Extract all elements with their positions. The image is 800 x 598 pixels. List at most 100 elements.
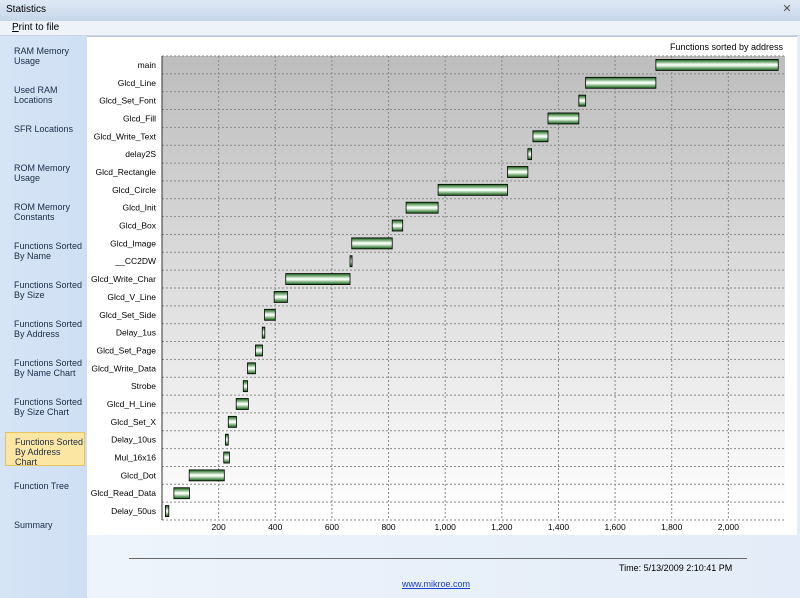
- menu-print-mnemonic: P: [12, 22, 19, 33]
- category-label: delay2S: [125, 149, 156, 159]
- category-label: Glcd_Write_Char: [91, 274, 156, 284]
- category-label: Glcd_H_Line: [107, 399, 156, 409]
- x-tick-labels: 200 400 600 800 1,000 1,200 1,400 1,600 1,800 2,0…: [212, 522, 740, 532]
- sidebar-item-line2: By Address Chart: [15, 447, 61, 467]
- timestamp: Time: 5/13/2009 2:10:41 PM: [619, 563, 733, 573]
- x-tick-label: 200: [212, 522, 226, 532]
- bar-glcd-write-data: [247, 362, 256, 375]
- category-label: Glcd_Set_X: [111, 417, 157, 427]
- bar-glcd-write-text: [532, 130, 549, 143]
- footer-divider: [129, 558, 747, 559]
- sidebar-item-6[interactable]: Functions Sorted By Size: [5, 276, 85, 306]
- address-chart: main Glcd_Line Glcd_Set_Font Glcd_Fill Glcd_…: [91, 42, 785, 532]
- category-label: Glcd_Set_Font: [99, 96, 156, 106]
- bar-glcd-read-data: [173, 487, 190, 500]
- chart-title: Functions sorted by address: [670, 42, 784, 52]
- category-label: Glcd_Write_Text: [94, 131, 157, 141]
- window-titlebar: Statistics ✕: [0, 0, 800, 22]
- sidebar-item-4[interactable]: ROM Memory Constants: [5, 198, 85, 228]
- sidebar-item-line1: Functions Sorted: [14, 319, 83, 329]
- sidebar-item-1[interactable]: Used RAM Locations: [5, 81, 85, 111]
- category-label: Glcd_Fill: [123, 113, 156, 123]
- menu-bar: Print to file: [0, 21, 800, 36]
- bar-glcd-write-char: [285, 273, 351, 285]
- sidebar-item-8[interactable]: Functions Sorted By Name Chart: [5, 354, 85, 384]
- bar-strobe: [242, 380, 248, 393]
- bar-glcd-rectangle: [507, 166, 529, 178]
- category-label: __CC2DW: [114, 256, 156, 266]
- sidebar-item-2[interactable]: SFR Locations: [5, 120, 85, 150]
- sidebar-item-line2: Usage: [14, 173, 41, 183]
- bar-glcd-line: [585, 76, 657, 89]
- sidebar-item-line2: By Name Chart: [14, 368, 76, 378]
- bar-glcd-image: [351, 237, 393, 250]
- sidebar-item-12[interactable]: Summary: [5, 516, 85, 546]
- sidebar-item-line1: SFR Locations: [14, 124, 74, 134]
- sidebar-item-line1: Functions Sorted: [15, 437, 84, 447]
- sidebar-item-line2: By Size: [14, 290, 45, 300]
- sidebar-item-line2: By Size Chart: [14, 407, 70, 417]
- category-label: Mul_16x16: [114, 453, 156, 463]
- category-label: Glcd_Box: [119, 221, 157, 231]
- x-tick-label: 1,800: [661, 522, 683, 532]
- sidebar-item-line2: Constants: [14, 212, 55, 222]
- bar-glcd-set-page: [255, 344, 263, 357]
- category-label: Glcd_Image: [110, 238, 156, 248]
- sidebar-item-3[interactable]: ROM Memory Usage: [5, 159, 85, 189]
- category-label: Strobe: [131, 381, 156, 391]
- x-tick-label: 1,400: [548, 522, 570, 532]
- category-label: Glcd_Circle: [112, 185, 156, 195]
- sidebar-item-5[interactable]: Functions Sorted By Name: [5, 237, 85, 267]
- sidebar-item-line1: Function Tree: [14, 481, 70, 491]
- bar-glcd-init: [405, 201, 439, 214]
- x-tick-label: 400: [268, 522, 282, 532]
- bar-delay-1us: [261, 326, 266, 339]
- category-label: Delay_50us: [111, 506, 156, 516]
- bar-main: [655, 59, 779, 71]
- sidebar-item-0[interactable]: RAM Memory Usage: [5, 42, 85, 72]
- sidebar-item-line1: RAM Memory: [14, 46, 70, 56]
- bar-glcd-fill: [547, 112, 580, 125]
- sidebar-item-11[interactable]: Function Tree: [5, 477, 85, 507]
- main-panel: main Glcd_Line Glcd_Set_Font Glcd_Fill Glcd_…: [87, 36, 800, 598]
- category-label: Delay_10us: [111, 435, 156, 445]
- category-label: Glcd_V_Line: [107, 292, 156, 302]
- close-icon[interactable]: ✕: [780, 3, 794, 17]
- sidebar-item-line2: Usage: [14, 56, 41, 66]
- x-tick-label: 1,200: [491, 522, 513, 532]
- category-label: Glcd_Write_Data: [91, 363, 156, 373]
- sidebar-item-line1: Used RAM: [14, 85, 58, 95]
- bar-glcd-circle: [437, 183, 508, 196]
- category-label: Glcd_Dot: [121, 470, 157, 480]
- x-tick-label: 600: [325, 522, 339, 532]
- sidebar-item-line1: Functions Sorted: [14, 280, 83, 290]
- bar-glcd-set-x: [227, 415, 237, 428]
- sidebar-item-line1: Summary: [14, 520, 53, 530]
- sidebar-item-line2: Locations: [14, 95, 53, 105]
- category-label: main: [138, 60, 157, 70]
- sidebar-item-line1: Functions Sorted: [14, 241, 83, 251]
- window-title: Statistics: [6, 4, 47, 15]
- x-tick-label: 1,600: [604, 522, 626, 532]
- sidebar: RAM Memory Usage Used RAM Locations SFR Loca…: [0, 36, 87, 598]
- bar-glcd-v-line: [273, 291, 288, 303]
- category-label: Glcd_Line: [118, 78, 157, 88]
- x-tick-label: 800: [381, 522, 395, 532]
- category-label: Delay_1us: [116, 328, 156, 338]
- bar-glcd-set-side: [264, 308, 276, 321]
- category-labels: main Glcd_Line Glcd_Set_Font Glcd_Fill Glcd_…: [91, 60, 157, 516]
- category-label: Glcd_Rectangle: [96, 167, 157, 177]
- sidebar-item-9[interactable]: Functions Sorted By Size Chart: [5, 393, 85, 423]
- sidebar-item-line1: Functions Sorted: [14, 358, 83, 368]
- menu-print-to-file[interactable]: Print to file: [12, 22, 59, 33]
- sidebar-item-7[interactable]: Functions Sorted By Address: [5, 315, 85, 345]
- bar-cc2dw: [349, 255, 353, 268]
- website-link[interactable]: www.mikroe.com: [402, 579, 470, 589]
- sidebar-item-line2: By Address: [14, 329, 60, 339]
- bar-glcd-dot: [188, 469, 225, 482]
- category-label: Glcd_Init: [122, 203, 156, 213]
- sidebar-item-10[interactable]: Functions Sorted By Address Chart: [5, 432, 85, 467]
- category-label: Glcd_Set_Side: [99, 310, 156, 320]
- x-tick-label: 1,000: [435, 522, 457, 532]
- bar-delay2s: [527, 148, 532, 161]
